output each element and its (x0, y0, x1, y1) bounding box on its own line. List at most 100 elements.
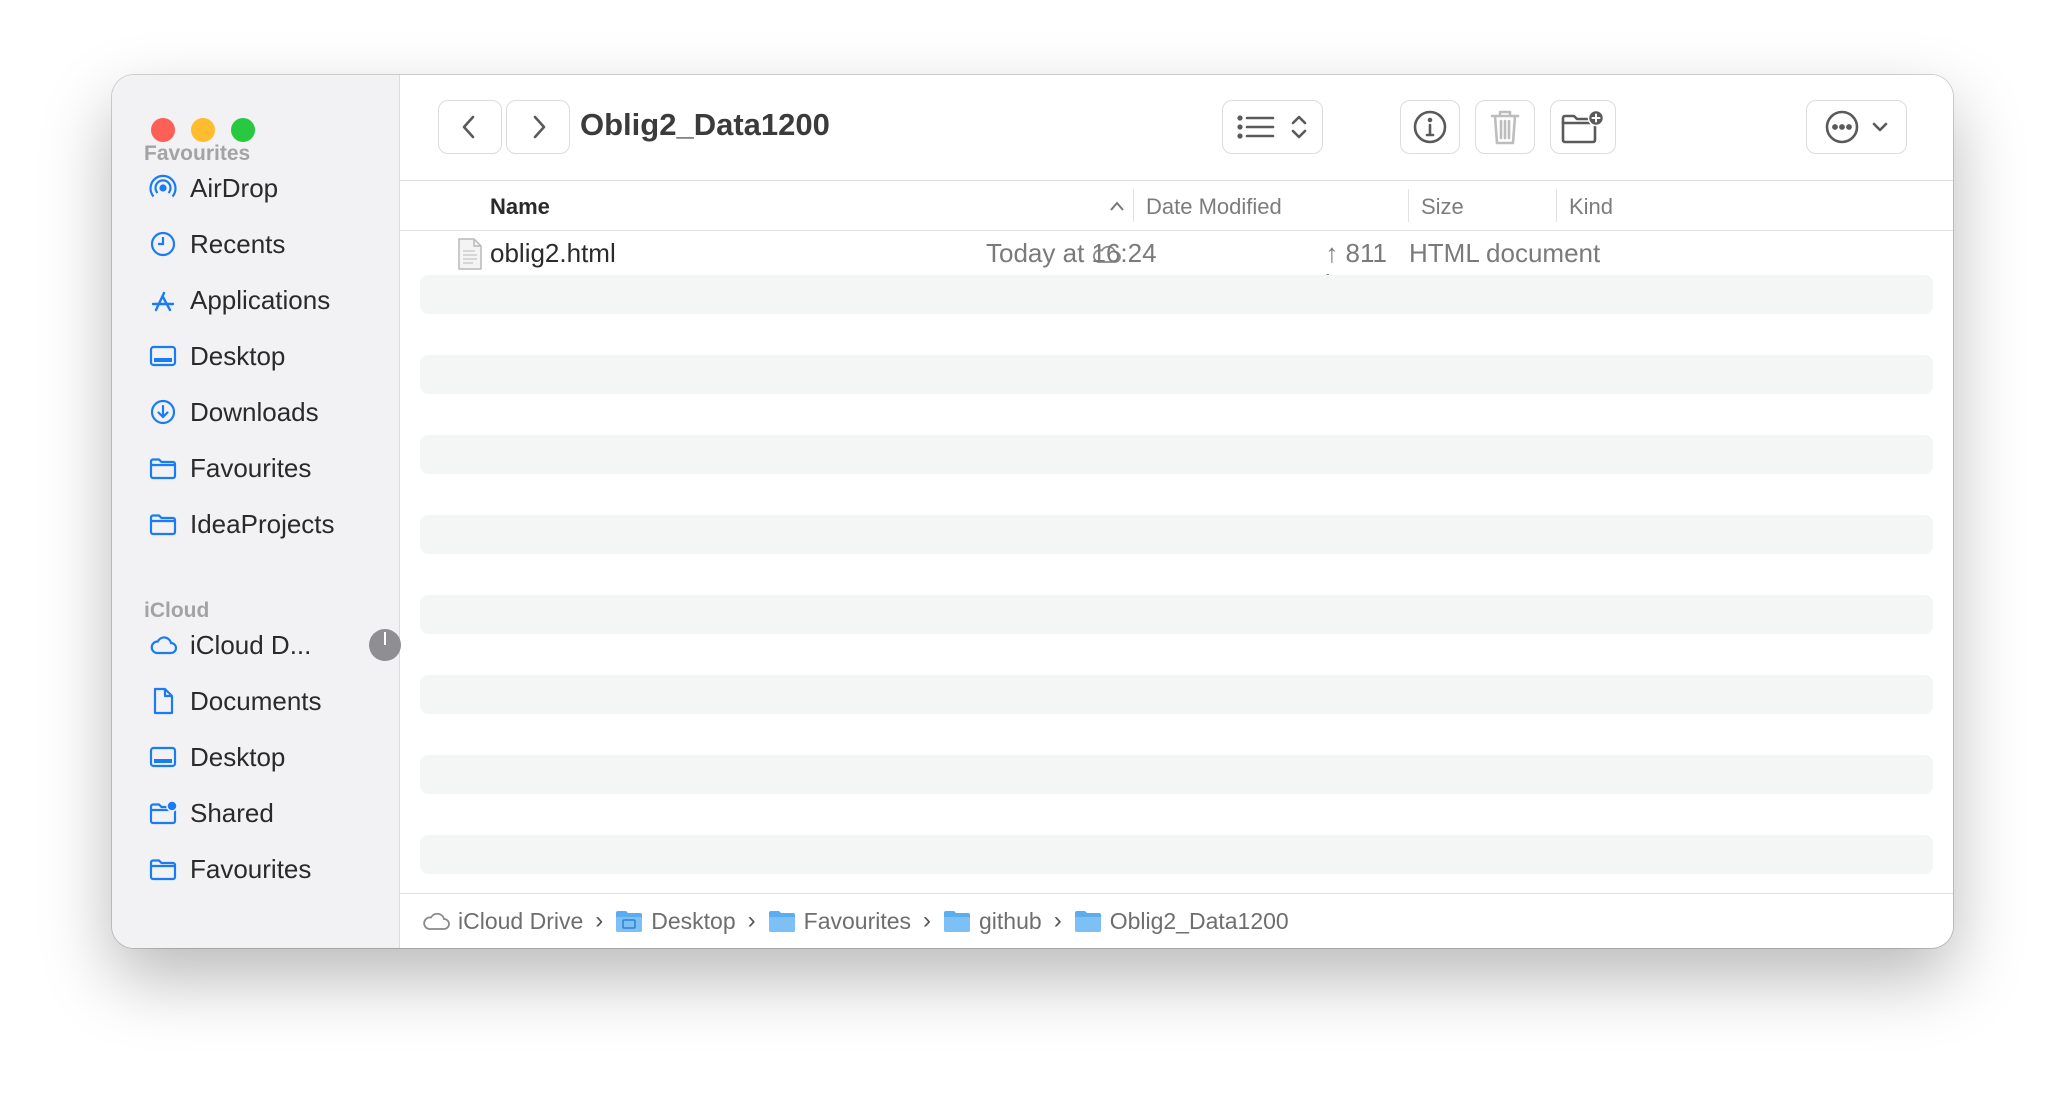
path-item-icloud-drive[interactable]: iCloud Drive (422, 908, 583, 935)
sidebar: Favourites AirDrop Recents Applications … (112, 75, 401, 948)
empty-row-stripe (420, 595, 1933, 634)
empty-row-stripe (420, 435, 1933, 474)
path-separator-icon: › (595, 907, 604, 934)
path-bar: iCloud Drive › Desktop › Favourites › gi… (400, 893, 1953, 948)
sidebar-item-label: Shared (190, 797, 274, 828)
folder-icon (148, 509, 178, 539)
empty-row-stripe (420, 755, 1933, 794)
empty-row-stripe (420, 835, 1933, 874)
folder-icon (148, 453, 178, 483)
path-separator-icon: › (1053, 907, 1062, 934)
empty-row-stripe (420, 515, 1933, 554)
folder-icon (148, 854, 178, 884)
info-icon (1413, 110, 1447, 144)
sidebar-heading-favourites: Favourites (144, 142, 251, 165)
column-divider[interactable] (1408, 189, 1409, 222)
get-info-button[interactable] (1400, 100, 1460, 154)
path-item-label: Desktop (651, 907, 736, 934)
file-list: oblig2.html Today at 16:24 ↑ 811 bytes H… (400, 231, 1953, 893)
chevron-down-icon (1872, 122, 1887, 132)
column-header-kind[interactable]: Kind (1569, 194, 1613, 220)
sidebar-item-icloud-favourites[interactable]: Favourites (148, 845, 388, 893)
sidebar-item-recents[interactable]: Recents (148, 220, 388, 268)
sidebar-item-label: Desktop (190, 741, 286, 772)
path-item-oblig2[interactable]: Oblig2_Data1200 (1074, 908, 1289, 935)
sidebar-item-label: Documents (190, 685, 322, 716)
folder-icon (944, 911, 971, 932)
sidebar-item-shared[interactable]: Shared (148, 789, 388, 837)
sidebar-item-icloud-drive[interactable]: iCloud D... (148, 621, 401, 669)
path-separator-icon: › (747, 907, 756, 934)
cloud-icon (148, 630, 178, 660)
chevron-updown-icon (1291, 115, 1306, 139)
empty-row-stripe (420, 675, 1933, 714)
file-kind: HTML document (1409, 238, 1601, 268)
sidebar-item-favourites[interactable]: Favourites (148, 444, 388, 492)
column-header-bar: Name Date Modified Size Kind (400, 181, 1953, 231)
trash-button[interactable] (1475, 100, 1535, 154)
desktop-icon (148, 341, 178, 371)
path-item-label: github (979, 907, 1042, 934)
back-button[interactable] (438, 100, 502, 154)
table-row[interactable]: oblig2.html Today at 16:24 ↑ 811 bytes H… (400, 231, 1953, 299)
list-view-icon (1236, 115, 1274, 139)
column-header-size[interactable]: Size (1421, 194, 1464, 220)
sync-progress-icon (369, 629, 401, 661)
desktop-folder-icon (616, 911, 643, 932)
sidebar-item-label: IdeaProjects (190, 508, 335, 539)
empty-row-stripe (420, 275, 1933, 314)
html-file-icon (458, 238, 482, 270)
sidebar-item-ideaprojects[interactable]: IdeaProjects (148, 500, 388, 548)
sort-ascending-icon (1110, 201, 1124, 211)
chevron-right-icon (533, 115, 546, 139)
new-folder-icon (1561, 109, 1605, 144)
file-name: oblig2.html (490, 238, 616, 268)
path-item-label: iCloud Drive (458, 907, 584, 934)
view-options-button[interactable] (1222, 100, 1323, 154)
ellipsis-circle-icon (1825, 110, 1858, 144)
column-header-name[interactable]: Name (490, 194, 550, 220)
folder-icon (768, 911, 795, 932)
document-icon (148, 686, 178, 716)
shared-folder-icon (148, 798, 178, 828)
column-divider[interactable] (1556, 189, 1557, 222)
empty-row-stripe (420, 355, 1933, 394)
sidebar-item-desktop[interactable]: Desktop (148, 332, 388, 380)
column-divider[interactable] (1133, 189, 1134, 222)
sidebar-item-icloud-desktop[interactable]: Desktop (148, 733, 388, 781)
toolbar: Oblig2_Data1200 (400, 75, 1953, 181)
forward-button[interactable] (506, 100, 570, 154)
path-item-favourites[interactable]: Favourites (768, 908, 911, 935)
close-button[interactable] (151, 118, 175, 142)
clock-icon (148, 229, 178, 259)
sidebar-item-airdrop[interactable]: AirDrop (148, 164, 388, 212)
zoom-button[interactable] (231, 118, 255, 142)
cloud-icon (423, 912, 450, 930)
sidebar-item-label: AirDrop (190, 172, 279, 203)
file-date: Today at 16:24 (986, 238, 1157, 268)
sidebar-item-label: Applications (190, 284, 331, 315)
window-controls (151, 118, 255, 142)
sidebar-item-applications[interactable]: Applications (148, 276, 388, 324)
sidebar-heading-icloud: iCloud (144, 599, 210, 622)
path-item-github[interactable]: github (943, 908, 1042, 935)
path-item-label: Favourites (803, 907, 912, 934)
path-item-label: Oblig2_Data1200 (1109, 907, 1289, 934)
sidebar-item-downloads[interactable]: Downloads (148, 388, 388, 436)
minimize-button[interactable] (191, 118, 215, 142)
path-item-desktop[interactable]: Desktop (615, 907, 736, 935)
airdrop-icon (148, 173, 178, 203)
chevron-left-icon (462, 115, 475, 139)
window-title: Oblig2_Data1200 (580, 107, 830, 142)
sidebar-item-label: Desktop (190, 340, 286, 371)
path-separator-icon: › (923, 907, 932, 934)
sidebar-item-label: Favourites (190, 452, 312, 483)
sidebar-item-documents[interactable]: Documents (148, 677, 388, 725)
sidebar-item-label: iCloud D... (190, 629, 312, 660)
sidebar-item-label: Recents (190, 228, 286, 259)
finder-window: Favourites AirDrop Recents Applications … (112, 75, 1953, 948)
more-actions-button[interactable] (1806, 100, 1907, 154)
column-header-date[interactable]: Date Modified (1146, 194, 1282, 220)
new-folder-button[interactable] (1550, 100, 1616, 154)
sidebar-item-label: Favourites (190, 853, 312, 884)
